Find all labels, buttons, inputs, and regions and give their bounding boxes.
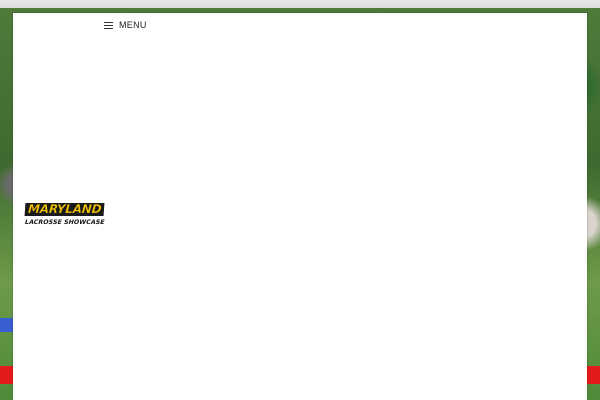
menu-label: MENU [119, 20, 147, 30]
site-logo[interactable]: MARYLAND LACROSSE SHOWCASE [24, 200, 105, 228]
menu-button[interactable]: MENU [104, 16, 147, 34]
background-accent [0, 318, 13, 332]
logo-text-subtitle: LACROSSE SHOWCASE [24, 219, 105, 226]
red-band-left [0, 366, 13, 384]
red-band-right [587, 366, 600, 384]
hamburger-icon [104, 21, 113, 29]
logo-text-maryland: MARYLAND [24, 202, 105, 216]
page-panel: MENU MARYLAND LACROSSE SHOWCASE [13, 13, 587, 400]
